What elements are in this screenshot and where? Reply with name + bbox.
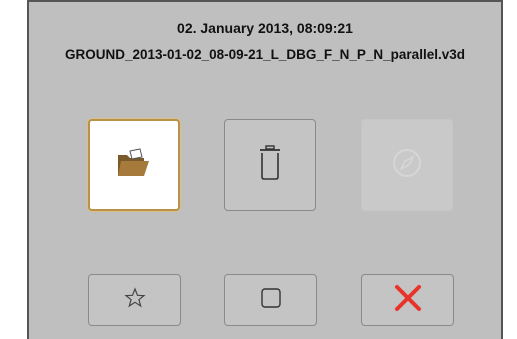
- dialog-panel: 02. January 2013, 08:09:21 GROUND_2013-0…: [27, 0, 503, 339]
- delete-button[interactable]: [224, 119, 316, 211]
- star-icon: [123, 286, 146, 314]
- open-button[interactable]: [88, 119, 180, 211]
- close-icon: [393, 283, 423, 318]
- checkbox-icon: [260, 287, 282, 314]
- recording-filename: GROUND_2013-01-02_08-09-21_L_DBG_F_N_P_N…: [65, 47, 465, 62]
- navigate-button[interactable]: [361, 119, 453, 211]
- recording-date: 02. January 2013, 08:09:21: [177, 20, 353, 36]
- compass-icon: [391, 147, 423, 184]
- trash-icon: [258, 144, 282, 186]
- select-button[interactable]: [224, 274, 317, 326]
- folder-open-icon: [116, 147, 152, 184]
- favorite-button[interactable]: [88, 274, 181, 326]
- close-button[interactable]: [361, 274, 454, 326]
